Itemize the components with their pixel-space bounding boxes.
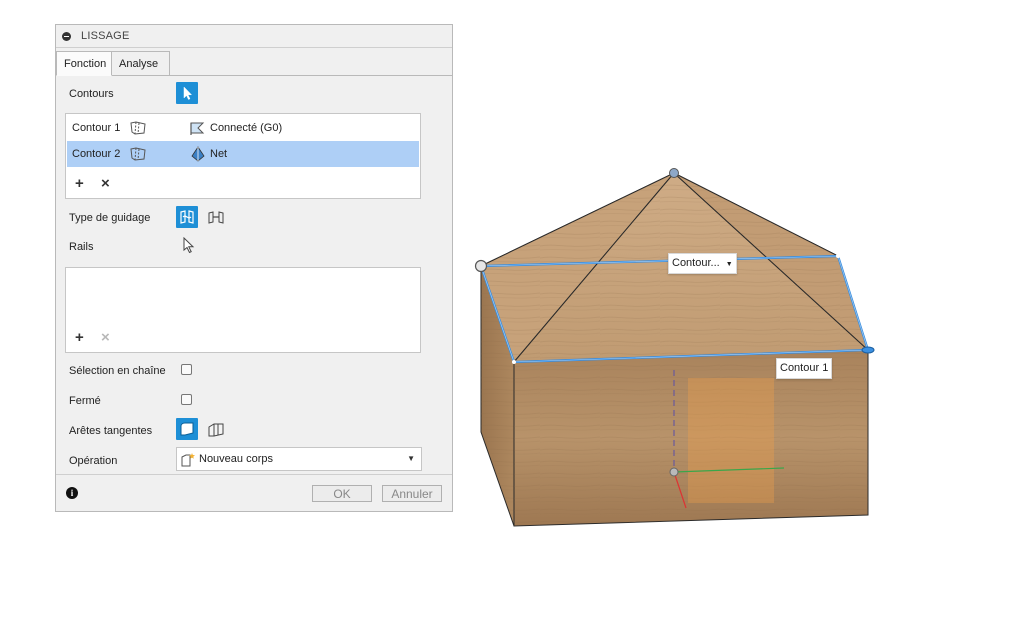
apex-point-contour-2[interactable] [669, 168, 679, 178]
vertex-handle[interactable] [474, 259, 488, 273]
vertex-handle[interactable] [861, 346, 875, 354]
chevron-down-icon: ▼ [725, 261, 733, 268]
tooltip-edge-text: Contour 1 [780, 362, 829, 374]
vertex-handle[interactable] [836, 254, 840, 258]
vertex-handle[interactable] [512, 360, 516, 364]
contour-dropdown-tooltip[interactable]: Contour... ▼ [668, 253, 737, 274]
contour-1-label: Contour 1 [776, 358, 833, 379]
viewport-canvas[interactable] [0, 0, 1024, 633]
tooltip-top-text: Contour... [672, 257, 720, 269]
